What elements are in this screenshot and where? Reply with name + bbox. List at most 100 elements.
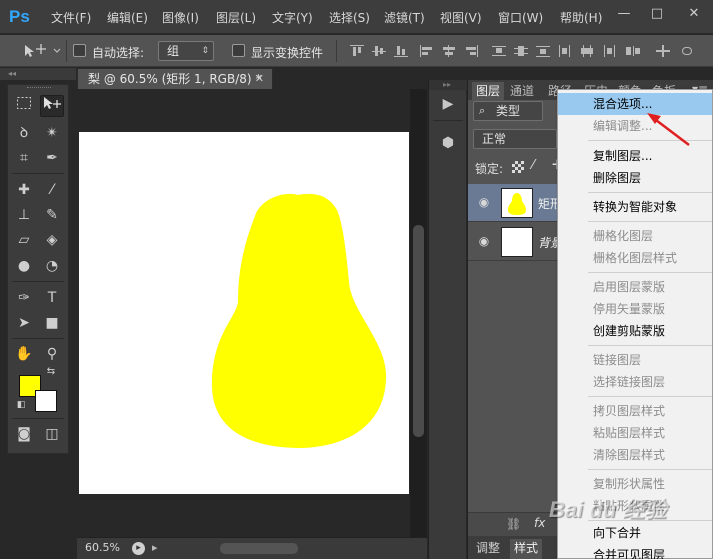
document-canvas[interactable]: [79, 132, 409, 494]
menu-item-copy-layer-style[interactable]: 拷贝图层样式: [558, 400, 712, 422]
auto-select-checkbox[interactable]: [73, 44, 86, 57]
screen-mode-icon[interactable]: ◫: [40, 423, 64, 445]
vertical-scroll-thumb[interactable]: [413, 225, 424, 437]
type-tool-icon[interactable]: T: [40, 287, 64, 309]
align-left-icon[interactable]: [420, 45, 434, 57]
menu-type[interactable]: 文字(Y): [272, 9, 313, 26]
link-icon[interactable]: ⛓: [506, 517, 521, 531]
auto-align-icon[interactable]: [626, 45, 640, 57]
history-brush-tool-icon[interactable]: ✎: [40, 204, 64, 226]
menu-layer[interactable]: 图层(L): [216, 9, 256, 26]
close-window-button[interactable]: ✕: [680, 4, 708, 24]
blend-mode-dropdown[interactable]: 正常: [473, 129, 557, 149]
show-transform-checkbox[interactable]: [232, 44, 245, 57]
3d-orbit-icon[interactable]: [680, 45, 694, 57]
rectangle-shape-tool-icon[interactable]: ■: [40, 312, 64, 334]
path-selection-tool-icon[interactable]: ➤: [12, 312, 36, 334]
minimize-button[interactable]: —: [610, 4, 638, 24]
move-tool-icon[interactable]: [40, 95, 64, 117]
background-color-swatch[interactable]: [35, 390, 57, 412]
pen-tool-icon[interactable]: ✑: [12, 287, 36, 309]
menu-view[interactable]: 视图(V): [440, 9, 482, 26]
menu-item-merge-visible[interactable]: 合并可见图层: [558, 544, 712, 559]
menu-item-copy-shape-attributes[interactable]: 复制形状属性: [558, 473, 712, 495]
align-bottom-icon[interactable]: [394, 45, 408, 57]
layer-filter-dropdown[interactable]: ⌕ 类型: [473, 101, 543, 121]
menu-edit[interactable]: 编辑(E): [107, 9, 148, 26]
eraser-tool-icon[interactable]: ▱: [12, 229, 36, 251]
menu-item-rasterize-layer-style[interactable]: 栅格化图层样式: [558, 247, 712, 269]
visibility-eye-icon[interactable]: ◉: [476, 195, 492, 209]
brush-tool-icon[interactable]: ⁄: [40, 179, 64, 201]
zoom-level[interactable]: 60.5%: [85, 541, 120, 554]
distribute-top-icon[interactable]: [492, 45, 506, 57]
healing-brush-tool-icon[interactable]: ✚: [12, 179, 36, 201]
distribute-left-icon[interactable]: [558, 45, 572, 57]
eyedropper-tool-icon[interactable]: ✒: [40, 147, 64, 169]
tab-channels[interactable]: 通道: [510, 82, 534, 99]
menu-window[interactable]: 窗口(W): [498, 9, 543, 26]
crop-tool-icon[interactable]: ⌗: [12, 147, 36, 169]
dodge-tool-icon[interactable]: ◔: [40, 255, 64, 277]
menu-item-enable-layer-mask[interactable]: 启用图层蒙版: [558, 276, 712, 298]
menu-item-convert-smart-object[interactable]: 转换为智能对象: [558, 196, 712, 218]
menu-item-disable-vector-mask[interactable]: 停用矢量蒙版: [558, 298, 712, 320]
3d-cube-icon[interactable]: ⬢: [438, 133, 458, 153]
align-right-icon[interactable]: [464, 45, 478, 57]
clone-stamp-tool-icon[interactable]: ⊥: [12, 204, 36, 226]
align-hcenter-icon[interactable]: [442, 45, 456, 57]
tab-adjustments[interactable]: 调整: [476, 539, 500, 556]
rect-marquee-tool-icon[interactable]: [12, 95, 36, 117]
menu-item-clear-layer-style[interactable]: 清除图层样式: [558, 444, 712, 466]
menu-item-paste-shape-attributes[interactable]: 粘贴形状属性: [558, 495, 712, 517]
visibility-eye-icon[interactable]: ◉: [476, 234, 492, 248]
distribute-vcenter-icon[interactable]: [514, 45, 528, 57]
menu-item-duplicate-layer[interactable]: 复制图层...: [558, 145, 712, 167]
menu-help[interactable]: 帮助(H): [560, 9, 602, 26]
tab-styles[interactable]: 样式: [510, 539, 543, 559]
menu-select[interactable]: 选择(S): [329, 9, 370, 26]
tab-layers[interactable]: 图层: [472, 82, 505, 100]
distribute-hcenter-icon[interactable]: [580, 45, 594, 57]
maximize-button[interactable]: □: [643, 4, 671, 24]
move-tool-preset-icon[interactable]: [22, 43, 64, 59]
lock-transparency-icon[interactable]: [512, 161, 524, 173]
align-top-icon[interactable]: [350, 45, 364, 57]
menu-item-delete-layer[interactable]: 删除图层: [558, 167, 712, 189]
status-menu-arrow-icon[interactable]: ▸: [152, 541, 158, 554]
menu-item-edit-adjustment[interactable]: 编辑调整...: [558, 115, 712, 137]
blur-tool-icon[interactable]: ●: [12, 255, 36, 277]
menu-item-link-layers[interactable]: 链接图层: [558, 349, 712, 371]
fx-icon[interactable]: fx: [534, 516, 545, 530]
menu-item-merge-down[interactable]: 向下合并: [558, 522, 712, 544]
menu-item-paste-layer-style[interactable]: 粘贴图层样式: [558, 422, 712, 444]
default-colors-icon[interactable]: ◧: [14, 398, 28, 412]
lock-pixels-icon[interactable]: ⁄: [532, 158, 534, 173]
menu-filter[interactable]: 滤镜(T): [384, 9, 425, 26]
menu-item-select-linked-layers[interactable]: 选择链接图层: [558, 371, 712, 393]
toolbar-collapse-handle[interactable]: ◂◂: [0, 68, 76, 80]
3d-mode-icon[interactable]: [656, 45, 670, 57]
auto-select-dropdown[interactable]: 组 ⇕: [158, 41, 214, 61]
play-actions-icon[interactable]: ▶: [438, 94, 458, 114]
menu-item-blending-options[interactable]: 混合选项...: [558, 93, 712, 115]
magic-wand-tool-icon[interactable]: ✴: [40, 122, 64, 144]
menu-image[interactable]: 图像(I): [162, 9, 199, 26]
distribute-bottom-icon[interactable]: [536, 45, 550, 57]
zoom-tool-icon[interactable]: ⚲: [40, 343, 64, 365]
distribute-right-icon[interactable]: [602, 45, 616, 57]
vertical-scrollbar[interactable]: [410, 89, 427, 537]
lasso-tool-icon[interactable]: ꝺ: [12, 122, 36, 144]
quick-mask-icon[interactable]: ◙: [12, 423, 36, 445]
align-vcenter-icon[interactable]: [372, 45, 386, 57]
document-tab[interactable]: 梨 @ 60.5% (矩形 1, RGB/8) * ✕: [77, 68, 273, 89]
hand-tool-icon[interactable]: ✋: [12, 343, 36, 365]
menu-item-create-clipping-mask[interactable]: 创建剪贴蒙版: [558, 320, 712, 342]
menu-file[interactable]: 文件(F): [51, 9, 91, 26]
paint-bucket-tool-icon[interactable]: ◈: [40, 229, 64, 251]
swap-colors-icon[interactable]: ⇆: [44, 365, 58, 379]
horizontal-scroll-thumb[interactable]: [220, 543, 298, 554]
status-info-icon[interactable]: ▸: [132, 542, 145, 555]
menu-item-rasterize-layer[interactable]: 栅格化图层: [558, 225, 712, 247]
close-document-icon[interactable]: ✕: [255, 69, 264, 89]
